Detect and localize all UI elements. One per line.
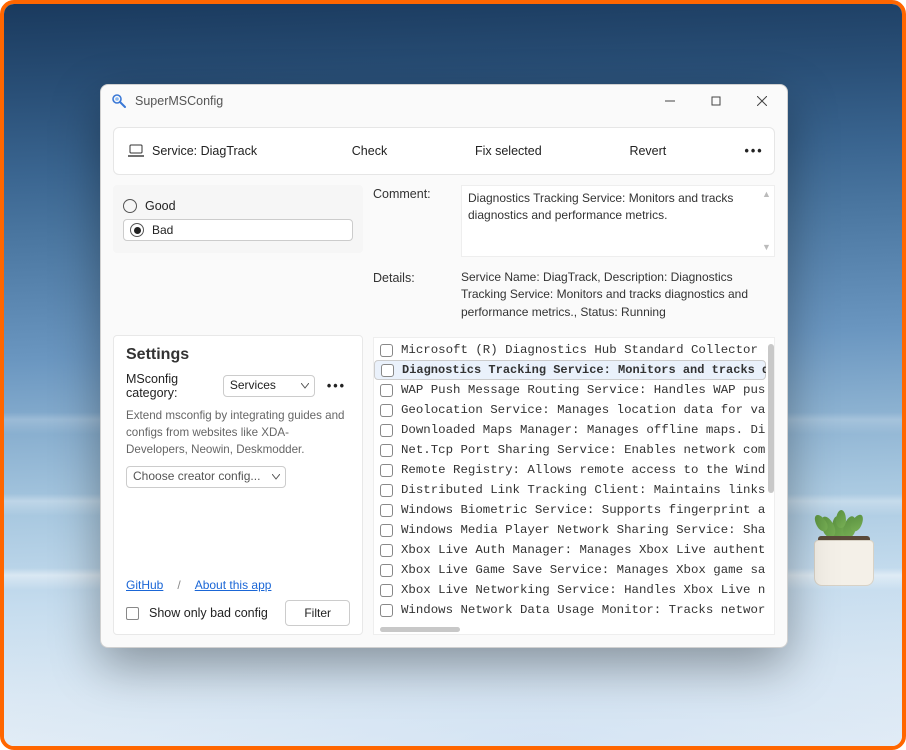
chevron-down-icon [272, 474, 280, 480]
list-item-text: Geolocation Service: Manages location da… [401, 403, 766, 417]
list-item-text: Microsoft (R) Diagnostics Hub Standard C… [401, 343, 766, 357]
category-select[interactable]: Services [223, 375, 315, 397]
status-radio-group: Good Bad [113, 185, 363, 253]
radio-bad-label: Bad [152, 223, 173, 237]
category-value: Services [230, 378, 276, 392]
list-item-checkbox[interactable] [380, 504, 393, 517]
window-close-button[interactable] [739, 86, 785, 116]
toolbar-more-button[interactable]: ••• [734, 128, 774, 174]
list-item-checkbox[interactable] [381, 364, 394, 377]
list-item-checkbox[interactable] [380, 524, 393, 537]
creator-config-placeholder: Choose creator config... [133, 469, 260, 483]
chevron-down-icon [301, 383, 309, 389]
list-item-text: Downloaded Maps Manager: Manages offline… [401, 423, 766, 437]
revert-button[interactable]: Revert [609, 128, 686, 174]
titlebar[interactable]: SuperMSConfig [101, 85, 787, 117]
list-item-text: WAP Push Message Routing Service: Handle… [401, 383, 766, 397]
list-item[interactable]: Distributed Link Tracking Client: Mainta… [374, 480, 766, 500]
link-separator: / [177, 578, 180, 592]
list-item-text: Windows Network Data Usage Monitor: Trac… [401, 603, 766, 617]
scroll-up-icon: ▲ [762, 188, 772, 201]
list-item-text: Windows Media Player Network Sharing Ser… [401, 523, 766, 537]
settings-hint-text: Extend msconfig by integrating guides an… [126, 408, 350, 458]
list-item[interactable]: Windows Media Player Network Sharing Ser… [374, 520, 766, 540]
creator-config-select[interactable]: Choose creator config... [126, 466, 286, 488]
about-link[interactable]: About this app [195, 578, 272, 592]
laptop-icon [128, 144, 144, 158]
settings-more-button[interactable]: ••• [323, 379, 350, 393]
list-item[interactable]: Diagnostics Tracking Service: Monitors a… [374, 360, 766, 380]
toolbar-service-label: Service: DiagTrack [114, 144, 284, 158]
list-item-checkbox[interactable] [380, 464, 393, 477]
show-only-bad-checkbox[interactable] [126, 607, 139, 620]
list-item-text: Xbox Live Game Save Service: Manages Xbo… [401, 563, 766, 577]
list-item[interactable]: Xbox Live Auth Manager: Manages Xbox Liv… [374, 540, 766, 560]
list-item[interactable]: Microsoft (R) Diagnostics Hub Standard C… [374, 340, 766, 360]
window-maximize-button[interactable] [693, 86, 739, 116]
list-item-checkbox[interactable] [380, 444, 393, 457]
github-link[interactable]: GitHub [126, 578, 163, 592]
fix-selected-button[interactable]: Fix selected [455, 128, 562, 174]
window-minimize-button[interactable] [647, 86, 693, 116]
list-item[interactable]: Windows Biometric Service: Supports fing… [374, 500, 766, 520]
list-item-text: Distributed Link Tracking Client: Mainta… [401, 483, 766, 497]
scroll-down-icon: ▼ [762, 241, 772, 254]
show-only-bad-label: Show only bad config [149, 606, 275, 620]
toolbar: Service: DiagTrack Check Fix selected Re… [113, 127, 775, 175]
app-window: SuperMSConfig [100, 84, 788, 648]
radio-dot-icon [130, 223, 144, 237]
comment-text: Diagnostics Tracking Service: Monitors a… [468, 191, 733, 222]
radio-good[interactable]: Good [123, 193, 353, 219]
service-name-text: Service: DiagTrack [152, 144, 257, 158]
settings-panel: Settings MSconfig category: Services ••• [113, 335, 363, 635]
list-item-text: Xbox Live Networking Service: Handles Xb… [401, 583, 766, 597]
desktop-plant-decor [804, 496, 884, 586]
list-item[interactable]: Xbox Live Networking Service: Handles Xb… [374, 580, 766, 600]
list-item[interactable]: Net.Tcp Port Sharing Service: Enables ne… [374, 440, 766, 460]
list-item-text: Remote Registry: Allows remote access to… [401, 463, 766, 477]
list-item-checkbox[interactable] [380, 384, 393, 397]
list-item-checkbox[interactable] [380, 344, 393, 357]
comment-textarea[interactable]: Diagnostics Tracking Service: Monitors a… [461, 185, 775, 257]
list-item[interactable]: Geolocation Service: Manages location da… [374, 400, 766, 420]
services-list[interactable]: Microsoft (R) Diagnostics Hub Standard C… [373, 337, 775, 635]
filter-button[interactable]: Filter [285, 600, 350, 626]
details-text: Service Name: DiagTrack, Description: Di… [461, 269, 775, 321]
settings-heading: Settings [126, 346, 350, 364]
list-item[interactable]: Downloaded Maps Manager: Manages offline… [374, 420, 766, 440]
window-title: SuperMSConfig [135, 94, 223, 108]
list-item-checkbox[interactable] [380, 564, 393, 577]
list-item-checkbox[interactable] [380, 404, 393, 417]
radio-bad[interactable]: Bad [123, 219, 353, 241]
list-item[interactable]: Xbox Live Game Save Service: Manages Xbo… [374, 560, 766, 580]
details-label: Details: [373, 269, 453, 285]
list-horizontal-scrollbar[interactable] [380, 627, 460, 632]
list-item-checkbox[interactable] [380, 604, 393, 617]
list-item-checkbox[interactable] [380, 544, 393, 557]
list-item[interactable]: Windows Network Data Usage Monitor: Trac… [374, 600, 766, 620]
list-item[interactable]: WAP Push Message Routing Service: Handle… [374, 380, 766, 400]
check-button[interactable]: Check [332, 128, 407, 174]
list-item-text: Net.Tcp Port Sharing Service: Enables ne… [401, 443, 766, 457]
list-item-checkbox[interactable] [380, 424, 393, 437]
list-vertical-scrollbar[interactable] [768, 344, 774, 610]
list-item-text: Xbox Live Auth Manager: Manages Xbox Liv… [401, 543, 766, 557]
app-icon [111, 93, 127, 109]
list-item-checkbox[interactable] [380, 584, 393, 597]
list-item-text: Diagnostics Tracking Service: Monitors a… [402, 363, 766, 377]
comment-label: Comment: [373, 185, 453, 201]
category-label: MSconfig category: [126, 372, 215, 400]
list-item[interactable]: Remote Registry: Allows remote access to… [374, 460, 766, 480]
radio-dot-icon [123, 199, 137, 213]
radio-good-label: Good [145, 199, 176, 213]
list-item-text: Windows Biometric Service: Supports fing… [401, 503, 766, 517]
list-item-checkbox[interactable] [380, 484, 393, 497]
